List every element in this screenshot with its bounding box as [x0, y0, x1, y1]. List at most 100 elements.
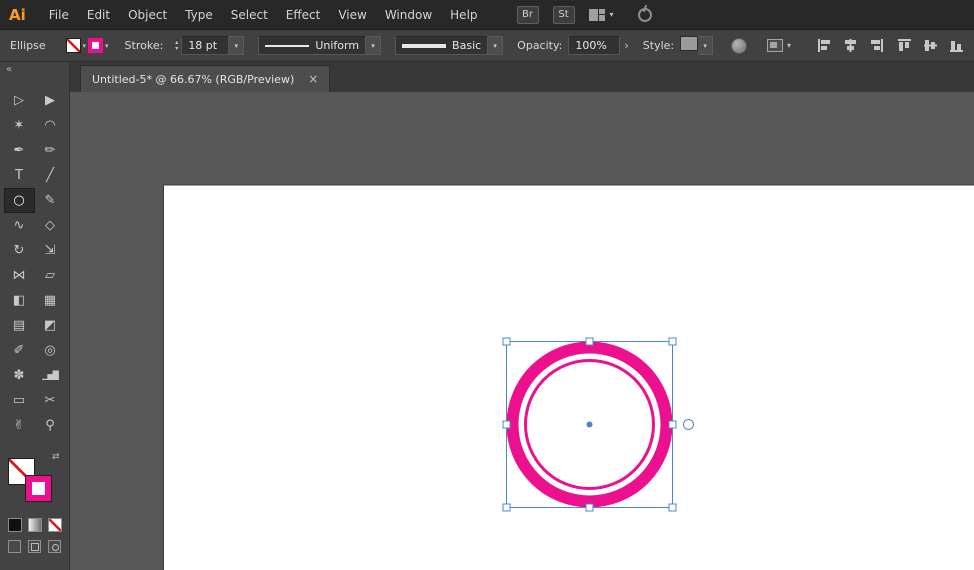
menu-object[interactable]: Object	[119, 8, 176, 22]
perspective-grid-tool-icon: ▦	[43, 293, 57, 308]
menu-type[interactable]: Type	[176, 8, 222, 22]
brush-dropdown[interactable]: ▾	[488, 36, 504, 55]
align-vertical-bottom-icon[interactable]	[949, 38, 964, 53]
stroke-weight-dropdown[interactable]: ▾	[229, 36, 245, 55]
tool-rotate[interactable]: ↻	[4, 238, 35, 263]
gradient-button[interactable]	[28, 518, 42, 532]
fill-stroke-indicator: ⇄	[0, 452, 69, 510]
stroke-chevron-icon[interactable]: ▾	[105, 42, 109, 50]
paintbrush-tool-icon: ✎	[44, 193, 56, 208]
draw-behind-button[interactable]	[28, 540, 41, 553]
menu-select[interactable]: Select	[222, 8, 277, 22]
opacity-popout-icon[interactable]: ›	[624, 39, 628, 52]
opacity-field[interactable]: 100%	[568, 36, 621, 55]
handle-bottom-left[interactable]	[502, 503, 511, 512]
menu-file[interactable]: File	[40, 8, 78, 22]
stroke-swatch-pink[interactable]	[25, 475, 52, 502]
tool-pen[interactable]: ✒	[4, 138, 35, 163]
collapse-panel-icon[interactable]: «	[0, 62, 69, 80]
eyedropper-tool-icon: ✐	[13, 343, 25, 358]
tool-symbol-sprayer[interactable]: ✽	[4, 363, 35, 388]
tool-perspective-grid[interactable]: ▦	[35, 288, 66, 313]
gpu-performance-icon[interactable]	[637, 7, 652, 22]
width-profile-dropdown[interactable]: ▾	[366, 36, 382, 55]
handle-middle-left[interactable]	[502, 420, 511, 429]
tool-eraser[interactable]: ◇	[35, 213, 66, 238]
style-swatch[interactable]	[680, 36, 699, 51]
live-shape-widget[interactable]	[683, 419, 694, 430]
tool-selection[interactable]: ▷	[4, 88, 35, 113]
close-tab-icon[interactable]: ×	[308, 72, 318, 86]
document-tab[interactable]: Untitled-5* @ 66.67% (RGB/Preview) ×	[80, 65, 331, 92]
width-profile-value: Uniform	[315, 39, 360, 52]
tool-width[interactable]: ⋈	[4, 263, 35, 288]
draw-inside-button[interactable]	[48, 540, 61, 553]
stroke-weight-field[interactable]: 18 pt	[181, 36, 230, 55]
tool-eyedropper[interactable]: ✐	[4, 338, 35, 363]
tool-gradient[interactable]: ◩	[35, 313, 66, 338]
tool-blend[interactable]: ◎	[35, 338, 66, 363]
align-vertical-center-icon[interactable]	[923, 38, 938, 53]
stock-button[interactable]: St	[552, 5, 575, 24]
handle-middle-right[interactable]	[668, 420, 677, 429]
handle-bottom-right[interactable]	[668, 503, 677, 512]
width-profile-field[interactable]: Uniform	[258, 36, 367, 55]
menu-help[interactable]: Help	[441, 8, 486, 22]
menu-effect[interactable]: Effect	[277, 8, 330, 22]
align-horizontal-right-icon[interactable]	[869, 38, 884, 53]
handle-top-right[interactable]	[668, 337, 677, 346]
tool-slice[interactable]: ✂	[35, 388, 66, 413]
tool-curvature[interactable]: ✏	[35, 138, 66, 163]
tool-zoom[interactable]: ⚲	[35, 413, 66, 438]
stroke-weight-stepper[interactable]: ▴ ▾	[175, 39, 178, 52]
align-vertical-top-icon[interactable]	[897, 38, 912, 53]
tool-direct-selection[interactable]: ▶	[35, 88, 66, 113]
tool-shape-builder[interactable]: ◧	[4, 288, 35, 313]
stepper-down-icon[interactable]: ▾	[175, 45, 178, 52]
tool-magic-wand[interactable]: ✶	[4, 113, 35, 138]
none-button[interactable]	[48, 518, 62, 532]
tool-hand[interactable]: ✌	[4, 413, 35, 438]
bridge-button[interactable]: Br	[516, 5, 539, 24]
tool-column-graph[interactable]: ▁▅█	[35, 363, 66, 388]
style-dropdown[interactable]: ▾	[698, 36, 714, 55]
tool-ellipse[interactable]: ○	[3, 188, 35, 213]
tool-free-transform[interactable]: ▱	[35, 263, 66, 288]
handle-bottom-center[interactable]	[585, 503, 594, 512]
color-button[interactable]	[8, 518, 22, 532]
handle-top-left[interactable]	[502, 337, 511, 346]
artboard[interactable]	[163, 185, 974, 570]
menu-edit[interactable]: Edit	[78, 8, 119, 22]
align-horizontal-left-icon[interactable]	[817, 38, 832, 53]
tool-type[interactable]: T	[4, 163, 35, 188]
tool-mesh[interactable]: ▤	[4, 313, 35, 338]
app-logo: Ai	[9, 5, 26, 24]
tool-paintbrush[interactable]: ✎	[35, 188, 66, 213]
arrange-documents-button[interactable]: ▾	[588, 8, 614, 21]
align-horizontal-center-icon[interactable]	[843, 38, 858, 53]
transform-chevron-icon[interactable]: ▾	[787, 41, 791, 50]
tool-shaper[interactable]: ∿	[4, 213, 35, 238]
tool-scale[interactable]: ⇲	[35, 238, 66, 263]
hand-tool-icon: ✌	[13, 418, 25, 433]
menu-view[interactable]: View	[329, 8, 375, 22]
menu-window[interactable]: Window	[376, 8, 441, 22]
brush-field[interactable]: Basic	[395, 36, 489, 55]
recolor-artwork-icon[interactable]	[731, 37, 748, 54]
canvas-area[interactable]	[70, 92, 974, 570]
fill-chevron-icon[interactable]: ▾	[83, 42, 87, 50]
swap-fill-stroke-icon[interactable]: ⇄	[52, 452, 60, 462]
stroke-weight-value: 18 pt	[188, 39, 218, 52]
horizontal-align-group	[817, 38, 884, 53]
tool-lasso[interactable]: ◠	[35, 113, 66, 138]
shape-center-point[interactable]	[586, 421, 593, 428]
fill-color-swatch[interactable]	[65, 38, 81, 53]
draw-normal-button[interactable]	[8, 540, 21, 553]
tool-line-segment[interactable]: ╱	[35, 163, 66, 188]
shape-builder-tool-icon: ◧	[12, 293, 26, 308]
tools-panel: « ▷ ▶ ✶ ◠ ✒ ✏ T ╱ ○ ✎ ∿ ◇ ↻ ⇲ ⋈ ▱ ◧ ▦ ▤ …	[0, 62, 70, 570]
stroke-color-swatch[interactable]	[88, 38, 104, 53]
handle-top-center[interactable]	[585, 337, 594, 346]
transform-panel-icon[interactable]	[767, 39, 783, 52]
tool-artboard[interactable]: ▭	[4, 388, 35, 413]
